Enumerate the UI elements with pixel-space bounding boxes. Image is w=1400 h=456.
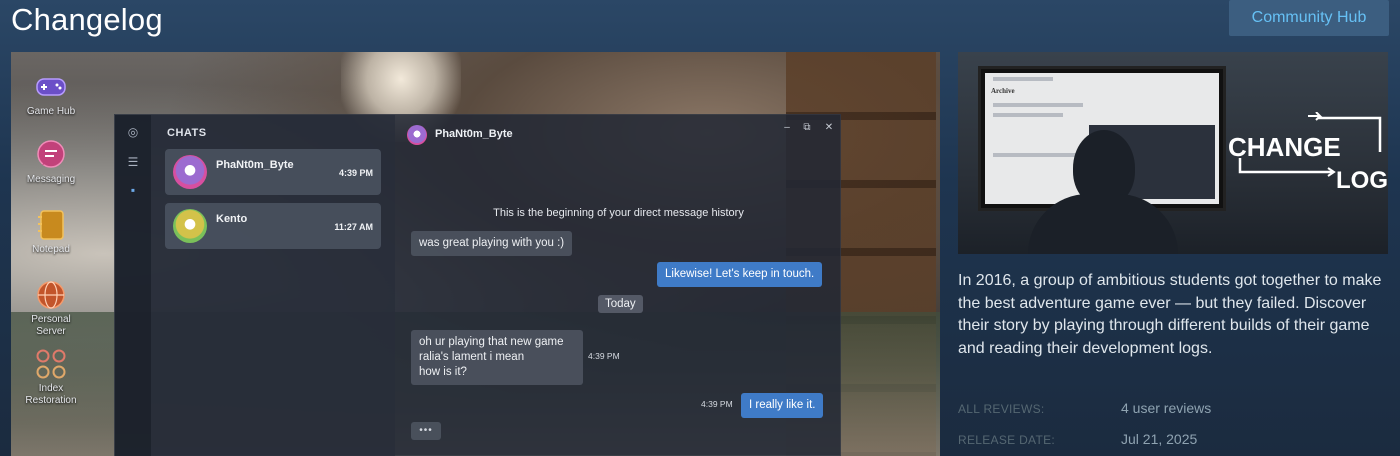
page-title: Changelog [11, 2, 163, 37]
top-bar: Changelog Community Hub [0, 0, 1400, 52]
app-game-hub[interactable]: Game Hub [11, 70, 91, 118]
gamepad-icon [36, 78, 66, 96]
screen-line [993, 77, 1053, 81]
reviews-value[interactable]: 4 user reviews [1121, 400, 1211, 416]
reviews-label: ALL REVIEWS: [958, 402, 1045, 416]
desktop-app-icons: Game Hub Messaging Notepad Personal Serv… [11, 62, 91, 456]
conversation-pane: PhaNt0m_Byte – ⧉ ✕ This is the beginning… [395, 115, 842, 456]
contact-name: PhaNt0m_Byte [435, 128, 513, 140]
screen-line [993, 113, 1063, 117]
chat-bubble-icon [37, 140, 65, 168]
conversation-header: PhaNt0m_Byte – ⧉ ✕ [395, 115, 842, 155]
screen-heading: Archive [991, 87, 1015, 95]
message-line: oh ur playing that new game [419, 336, 564, 348]
changelog-logo: CHANGE LOG [1228, 112, 1388, 194]
menu-icon[interactable]: ☰ [126, 155, 140, 169]
avatar [407, 125, 427, 145]
app-messaging[interactable]: Messaging [11, 138, 91, 186]
message-outgoing: I really like it. [741, 393, 824, 418]
app-label: Game Hub [26, 106, 76, 117]
grid-icon [36, 349, 66, 379]
app-label: Notepad [32, 244, 70, 255]
chat-name: Kento [216, 213, 248, 225]
avatar [173, 209, 207, 243]
app-notepad[interactable]: Notepad [11, 208, 91, 256]
maximize-icon[interactable]: ⧉ [800, 121, 814, 135]
close-icon[interactable]: ✕ [822, 121, 836, 135]
history-note: This is the beginning of your direct mes… [493, 207, 744, 219]
messages-tab-icon[interactable]: ▪ [126, 183, 140, 197]
message-outgoing: Likewise! Let's keep in touch. [657, 262, 823, 287]
app-label: Personal Server [31, 314, 71, 337]
logo-word-change: CHANGE [1228, 132, 1341, 162]
app-label: Index Restoration [25, 383, 77, 406]
chat-list: CHATS PhaNt0m_Byte 4:39 PM Kento 11:27 A… [151, 115, 395, 456]
chat-time: 11:27 AM [334, 222, 373, 232]
message-incoming: oh ur playing that new game ralia's lame… [411, 330, 583, 385]
chat-item-phantom-byte[interactable]: PhaNt0m_Byte 4:39 PM [165, 149, 381, 195]
chats-title: CHATS [167, 127, 207, 139]
logo-word-log: LOG [1336, 167, 1388, 194]
message-line: how is it? [419, 366, 467, 378]
globe-icon [37, 281, 65, 309]
person-silhouette [1028, 130, 1178, 254]
release-date-value: Jul 21, 2025 [1121, 431, 1198, 447]
avatar [173, 155, 207, 189]
day-divider: Today [598, 295, 643, 313]
chat-item-kento[interactable]: Kento 11:27 AM [165, 203, 381, 249]
release-date-label: RELEASE DATE: [958, 433, 1056, 447]
silhouette-body [1028, 194, 1178, 254]
message-time: 4:39 PM [588, 351, 620, 361]
chat-name: PhaNt0m_Byte [216, 159, 294, 171]
screen-line [993, 103, 1083, 107]
minimize-icon[interactable]: – [780, 121, 794, 135]
typing-indicator: ••• [411, 422, 441, 440]
app-index-restoration[interactable]: Index Restoration [11, 347, 91, 407]
message-line: ralia's lament i mean [419, 351, 525, 363]
app-label: Messaging [26, 174, 76, 185]
message-incoming: was great playing with you :) [411, 231, 573, 256]
chat-rail: ◎ ☰ ▪ [115, 115, 151, 456]
chat-window: ◎ ☰ ▪ CHATS PhaNt0m_Byte 4:39 PM Kento 1… [114, 114, 841, 456]
header-capsule-image: Archive CHANGE LOG [958, 52, 1388, 254]
notepad-icon [38, 210, 64, 240]
chat-app-icon[interactable]: ◎ [126, 125, 140, 139]
main-screenshot[interactable]: Game Hub Messaging Notepad Personal Serv… [11, 52, 940, 456]
chat-time: 4:39 PM [338, 168, 373, 178]
app-personal-server[interactable]: Personal Server [11, 278, 91, 338]
community-hub-button[interactable]: Community Hub [1229, 0, 1389, 36]
game-description: In 2016, a group of ambitious students g… [958, 272, 1382, 357]
message-time: 4:39 PM [701, 399, 733, 409]
